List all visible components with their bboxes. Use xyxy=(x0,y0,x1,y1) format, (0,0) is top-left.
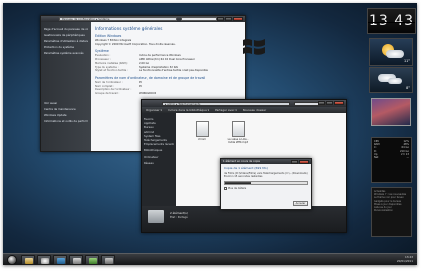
close-button[interactable] xyxy=(299,160,309,164)
cloud-icon xyxy=(388,78,402,84)
start-button[interactable] xyxy=(7,255,17,265)
copy-time-remaining: Environ 15 secondes restantes xyxy=(224,175,263,179)
explorer-nav-item[interactable]: Emplacements récents xyxy=(144,142,174,146)
windows-logo-icon xyxy=(243,39,265,55)
folder-icon xyxy=(148,210,164,223)
expand-icon xyxy=(224,186,227,190)
system-value: La fonctionnalité d'entrée tactile n'est… xyxy=(139,69,208,73)
copy-dialog-title: 1 élément en cours de copie xyxy=(221,159,311,164)
system-label: Stylet et fonction tactile : xyxy=(95,69,128,73)
edition-heading: Édition Windows xyxy=(95,34,122,38)
taskbar-button-media-player[interactable] xyxy=(37,255,51,265)
cloud-icon xyxy=(386,50,404,58)
weather-gadget-large[interactable]: 11° xyxy=(369,38,413,66)
share-with-menu[interactable]: Partager avec ▾ xyxy=(215,108,237,112)
system-heading: Système xyxy=(95,49,109,54)
organize-menu[interactable]: Organiser ▾ xyxy=(146,108,162,112)
details-item-count: 2 élément(s) xyxy=(170,211,188,215)
maximize-button[interactable] xyxy=(326,101,333,105)
clock-gadget[interactable]: 13 43 xyxy=(367,8,416,34)
cancel-button[interactable]: Annuler xyxy=(293,201,308,206)
taskbar-button-browser[interactable] xyxy=(53,255,67,265)
system-address-bar[interactable]: Panneau de configuration ▸ Système xyxy=(59,17,177,21)
see-also-performance[interactable]: Informations et outils de performance xyxy=(44,118,88,124)
explorer-nav-item[interactable]: Réseau xyxy=(144,161,174,165)
system-row: Stylet et fonction tactile : La fonctionn… xyxy=(95,69,241,73)
computer-value: WORKGROUP xyxy=(139,92,157,96)
taskbar-button-app-3[interactable] xyxy=(101,255,115,265)
copy-caption-buttons xyxy=(291,160,309,164)
weather-temp: 11° xyxy=(403,59,410,63)
explorer-nav-item[interactable]: Bibliothèques xyxy=(144,148,174,152)
feed-headlines-gadget[interactable]: Actualités Windows 7 : les nouveautés Le t… xyxy=(371,187,412,237)
minimize-button[interactable] xyxy=(291,160,298,164)
file-item[interactable]: chrom xyxy=(190,121,214,141)
explorer-caption-buttons xyxy=(318,101,344,105)
nav-advanced-settings[interactable]: Paramètres système avancés xyxy=(44,50,88,56)
explorer-address-bar[interactable]: ▸ admin ▸ Téléchargements xyxy=(162,101,290,106)
minimize-button[interactable] xyxy=(318,101,325,105)
explorer-nav-pane: Favoris AppData Bureau admin2 System files Té… xyxy=(142,113,176,208)
weather-gadget-small[interactable]: 8° xyxy=(369,67,413,93)
system-caption-buttons xyxy=(217,17,243,21)
new-folder-button[interactable]: Nouveau dossier xyxy=(243,108,266,112)
slideshow-gadget[interactable] xyxy=(371,98,411,126)
edition-copyright: Copyright © 2009 Microsoft Corporation. … xyxy=(95,42,176,46)
explorer-address-row: ▸ admin ▸ Téléchargements xyxy=(142,100,346,107)
system-monitor-gadget: CPU 12% RAM 48% C: 64 Go D: 210 Go Up 2 h 13 Net — xyxy=(371,137,412,183)
computer-name-heading: Paramètres de nom d'ordinateur, de domai… xyxy=(95,75,206,80)
copy-heading: Copie de 1 élément (699 Mo) xyxy=(224,166,268,170)
system-rows: Évaluation : Indice de performance Window… xyxy=(95,54,241,73)
file-item[interactable]: La valse à Lilia - Indila 2PM.mp3 xyxy=(226,121,250,144)
explorer-nav-item[interactable]: Ordinateur xyxy=(144,155,174,159)
system-nav-pane: Page d'accueil du panneau de configurati… xyxy=(41,22,91,151)
file-name: La valse à Lilia - Indila 2PM.mp3 xyxy=(227,138,249,144)
weather-temp: 8° xyxy=(406,86,410,90)
taskbar-button-app-2[interactable] xyxy=(85,255,99,265)
system-search-input[interactable] xyxy=(181,17,217,21)
computer-value: PC xyxy=(139,84,143,88)
page-title: Informations système générales xyxy=(95,26,163,31)
computer-row: Groupe de travail : WORKGROUP xyxy=(95,92,241,96)
file-name: chrom xyxy=(197,138,207,141)
feed-headline[interactable]: Personnalisation xyxy=(374,209,409,212)
file-icon xyxy=(195,121,209,137)
computer-rows: Nom de l'ordinateur : PC Nom complet : PC De… xyxy=(95,81,241,96)
tray-date: 20/01/2011 xyxy=(396,259,413,264)
include-in-library-menu[interactable]: Inclure dans la bibliothèque ▾ xyxy=(168,108,209,112)
stat-row: Net — xyxy=(374,156,409,159)
desktop: Panneau de configuration ▸ Système Page … xyxy=(3,3,417,265)
copy-progress-bar xyxy=(224,180,308,185)
copy-progress-dialog[interactable]: 1 élément en cours de copie Copie de 1 é… xyxy=(220,158,312,210)
close-button[interactable] xyxy=(233,17,243,21)
computer-label: Groupe de travail : xyxy=(95,92,120,96)
taskbar: 13:43 20/01/2011 xyxy=(3,253,417,265)
minimize-button[interactable] xyxy=(217,17,224,21)
copy-progress-fill xyxy=(225,181,252,184)
taskbar-button-app-1[interactable] xyxy=(69,255,83,265)
taskbar-button-explorer[interactable] xyxy=(21,255,35,265)
close-button[interactable] xyxy=(334,101,344,105)
details-share-state: État : Partagé xyxy=(170,216,188,219)
copy-dialog-body: Copie de 1 élément (699 Mo) de Films (D:… xyxy=(221,164,311,192)
file-icon xyxy=(231,121,245,137)
more-details-toggle[interactable]: Plus de détails xyxy=(224,186,308,190)
maximize-button[interactable] xyxy=(225,17,232,21)
stat-value: — xyxy=(406,156,410,160)
stat-label: Net xyxy=(374,156,379,160)
notification-clock[interactable]: 13:43 20/01/2011 xyxy=(397,255,413,263)
